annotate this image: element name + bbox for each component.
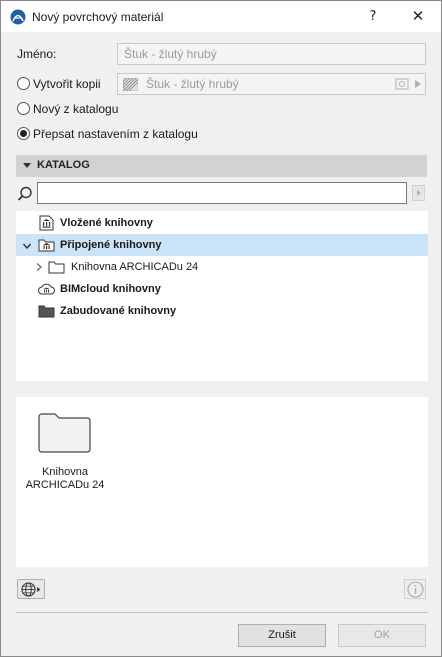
tree-item-archicad-library[interactable]: Knihovna ARCHICADu 24 (16, 256, 428, 278)
chevron-down-icon[interactable] (23, 242, 31, 250)
footer-divider (16, 612, 428, 613)
preview-item-label-line2: ARCHICADu 24 (25, 479, 105, 491)
window-title: Nový povrchový materiál (32, 10, 164, 24)
surface-hatch-icon (123, 78, 138, 91)
name-field: Štuk - žlutý hrubý (117, 43, 426, 65)
catalog-search-input[interactable] (37, 182, 407, 204)
copy-radio[interactable] (17, 77, 30, 90)
search-go-button[interactable] (412, 185, 425, 201)
help-button[interactable]: ? (353, 1, 393, 32)
globe-icon (21, 582, 41, 597)
search-icon (17, 186, 32, 201)
close-button[interactable]: ✕ (398, 1, 438, 32)
picture-icon (395, 78, 409, 90)
info-button[interactable] (404, 579, 426, 599)
builtin-library-folder-icon (38, 305, 55, 318)
chevron-right-icon[interactable] (35, 263, 43, 271)
overwrite-radio[interactable] (17, 127, 30, 140)
new-from-catalog-label[interactable]: Nový z katalogu (33, 102, 118, 116)
preview-item-label[interactable]: Knihovna ARCHICADu 24 (21, 466, 109, 492)
preview-item-label-line1: Knihovna (42, 466, 88, 478)
linked-library-icon (38, 239, 55, 252)
tree-item-embedded-libraries[interactable]: Vložené knihovny (16, 212, 428, 234)
folder-icon[interactable] (38, 413, 91, 453)
cancel-button[interactable]: Zrušit (238, 624, 326, 647)
folder-icon (48, 261, 65, 274)
tree-item-label: BIMcloud knihovny (60, 283, 161, 295)
library-tree: Vložené knihovny Připojené knihovny Knih… (16, 211, 428, 381)
catalog-header-label: KATALOG (37, 159, 90, 171)
embedded-library-icon (39, 215, 54, 231)
ok-button[interactable]: OK (338, 624, 426, 647)
tree-item-builtin-libraries[interactable]: Zabudované knihovny (16, 300, 428, 322)
overwrite-label[interactable]: Přepsat nastavením z katalogu (33, 127, 198, 141)
tree-item-bimcloud-libraries[interactable]: BIMcloud knihovny (16, 278, 428, 300)
tree-item-label: Knihovna ARCHICADu 24 (71, 261, 199, 273)
copy-source-dropdown: Štuk - žlutý hrubý (117, 73, 426, 95)
new-from-catalog-radio[interactable] (17, 102, 30, 115)
tree-item-label: Zabudované knihovny (60, 305, 177, 317)
copy-source-value: Štuk - žlutý hrubý (146, 77, 239, 91)
info-icon (407, 581, 424, 598)
copy-radio-label[interactable]: Vytvořit kopii (33, 77, 101, 91)
name-label: Jméno: (17, 47, 57, 61)
tree-item-linked-libraries[interactable]: Připojené knihovny (16, 234, 428, 256)
catalog-section-header[interactable]: KATALOG (16, 155, 427, 177)
tree-item-label: Připojené knihovny (60, 239, 162, 251)
collapse-triangle-icon (23, 163, 31, 168)
archicad-app-icon (10, 9, 26, 25)
dialog-window: Nový povrchový materiál ? ✕ Jméno: Štuk … (0, 0, 442, 657)
tree-item-label: Vložené knihovny (60, 217, 153, 229)
bimcloud-library-icon (38, 283, 55, 295)
chevron-right-icon (415, 80, 421, 88)
title-bar: Nový povrchový materiál ? ✕ (1, 1, 441, 32)
globe-menu-button[interactable] (17, 579, 45, 599)
